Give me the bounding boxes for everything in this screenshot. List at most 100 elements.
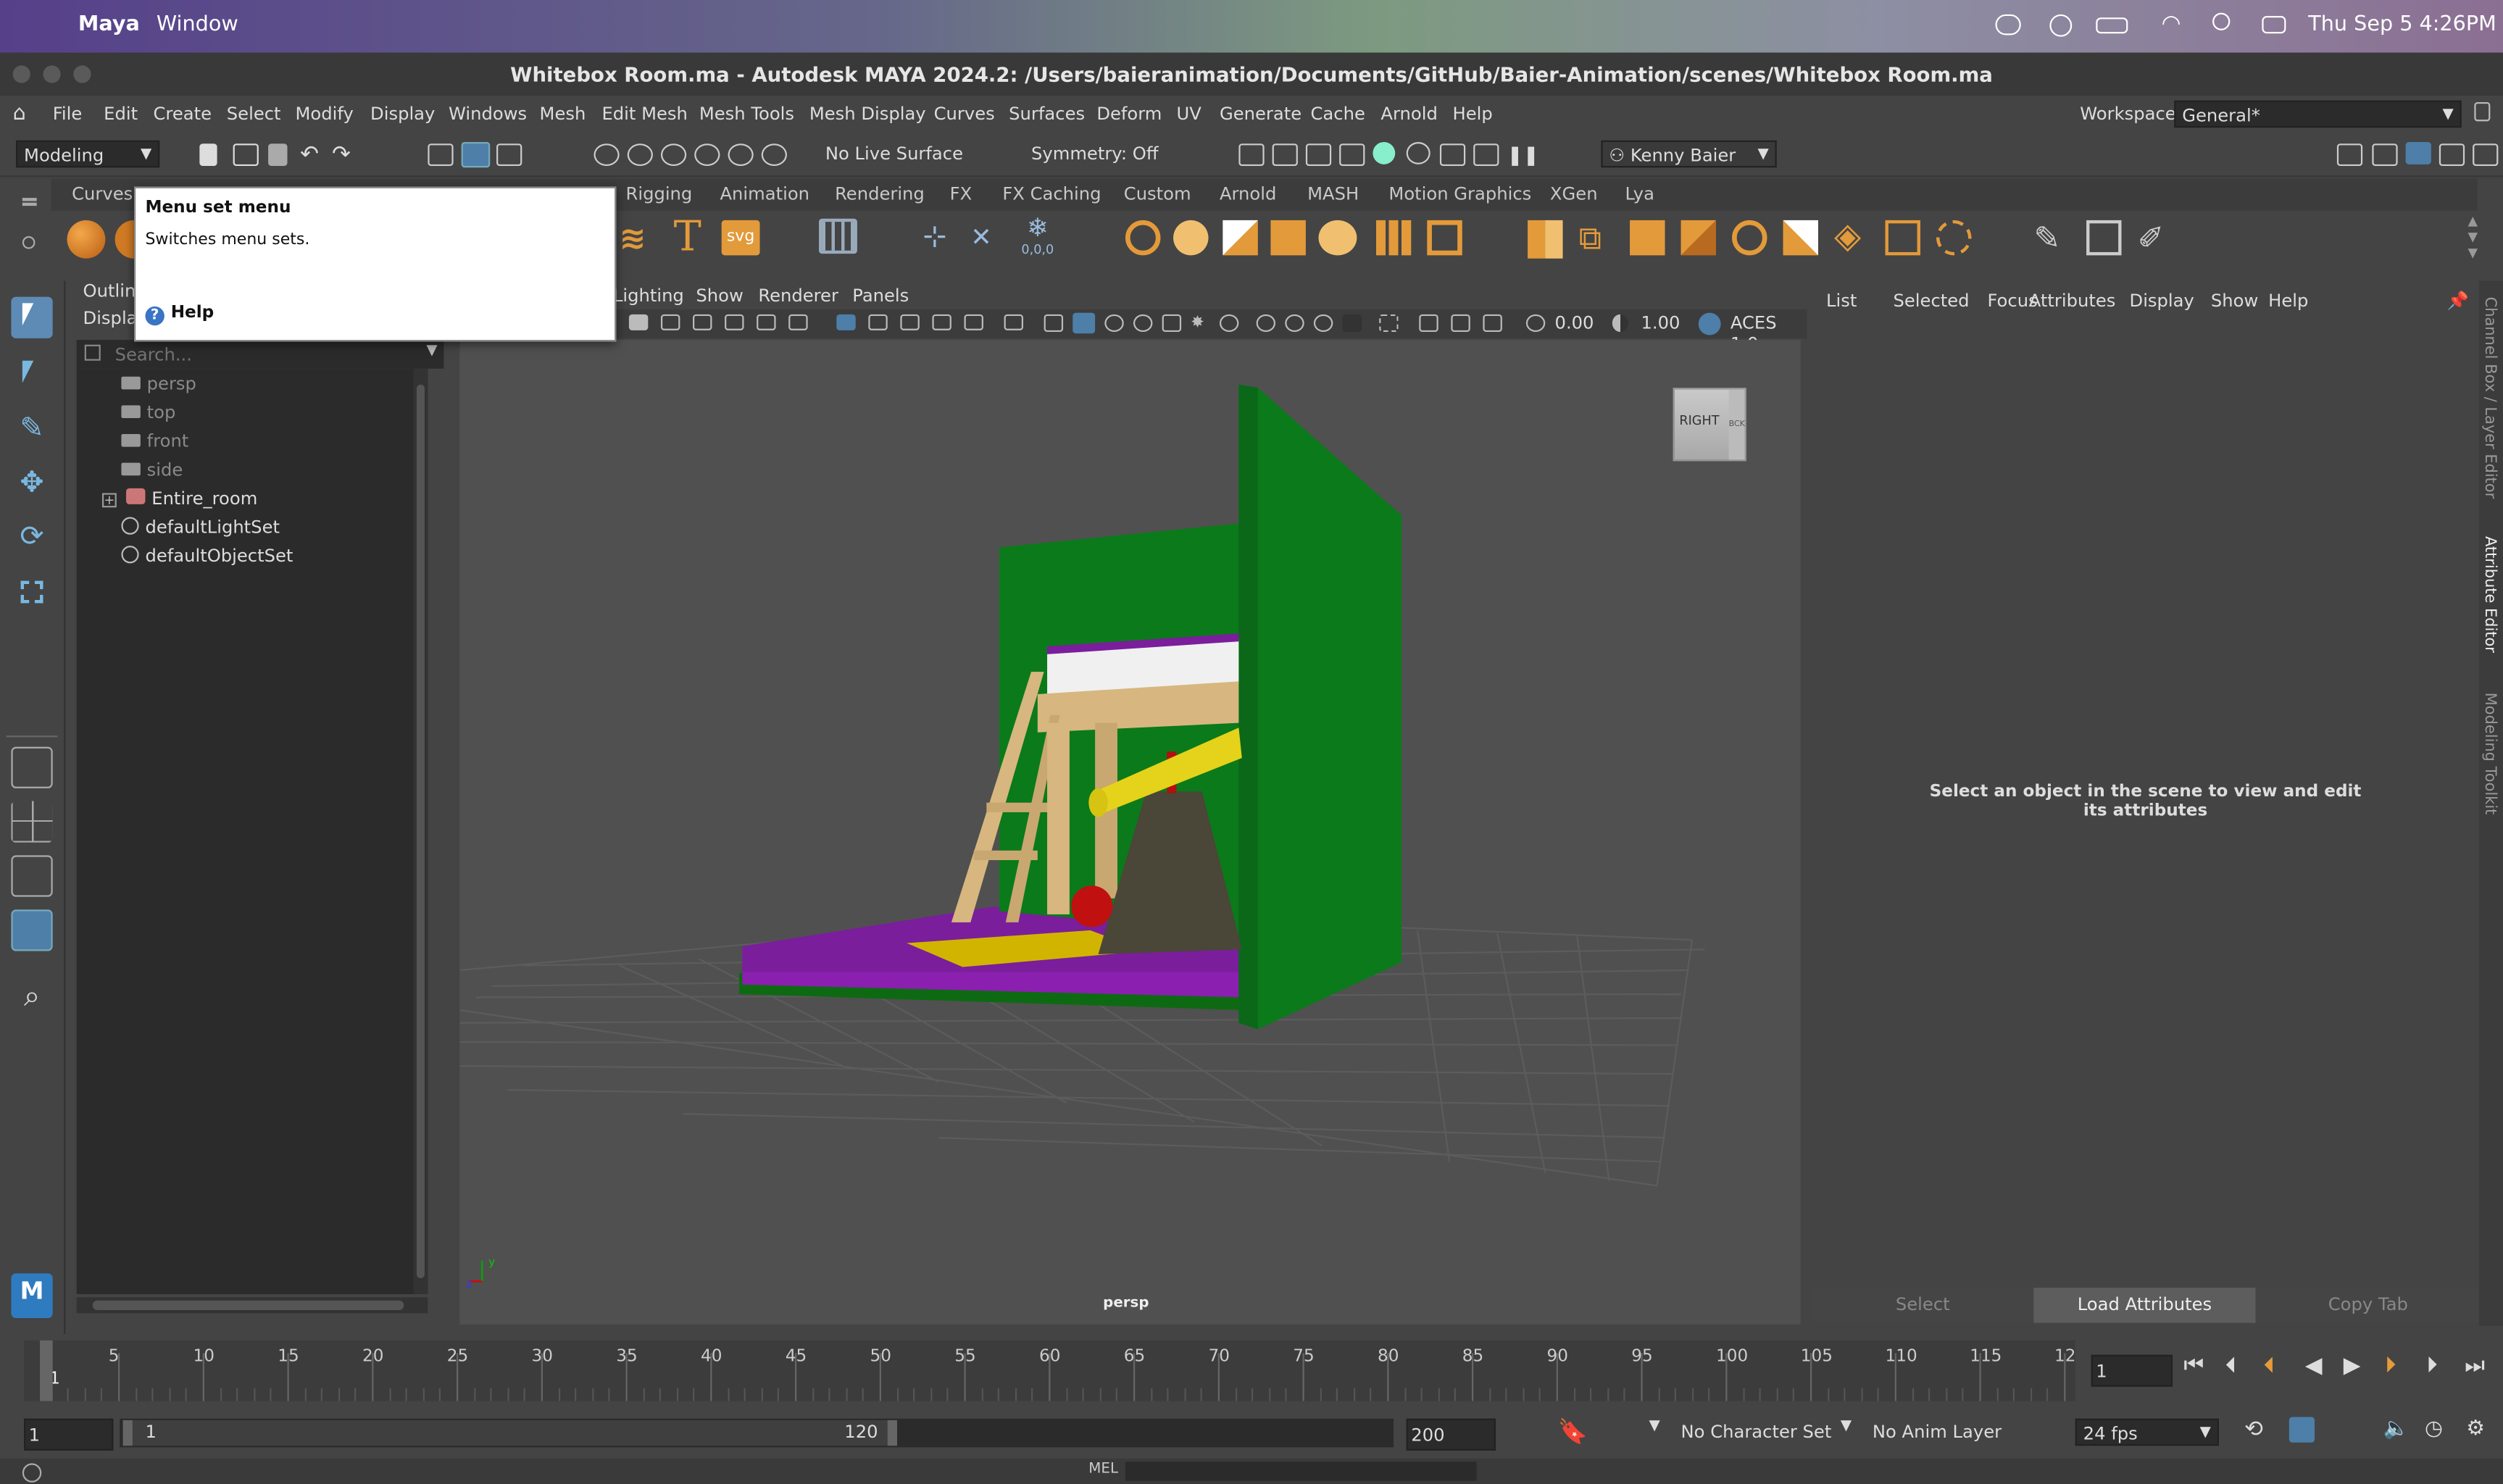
play-backwards-icon[interactable]: ◀ (2305, 1353, 2323, 1378)
chevron-down-icon[interactable]: ▼ (1649, 1419, 1659, 1435)
exposure-icon-frame[interactable] (1483, 314, 1502, 333)
pencil-icon[interactable]: ✎ (2033, 220, 2068, 255)
current-time-marker[interactable] (40, 1340, 53, 1401)
gamma-field[interactable]: 1.00 (1641, 313, 1680, 334)
snap-to-curve-icon[interactable] (627, 143, 653, 167)
quad-draw-icon[interactable] (1885, 220, 1920, 256)
four-view-layout-icon[interactable] (11, 801, 53, 843)
minimize-window-button[interactable] (43, 65, 61, 83)
tab-animation[interactable]: Animation (720, 183, 809, 204)
render-settings-icon[interactable] (1339, 143, 1365, 167)
snap-to-grid-icon[interactable] (594, 143, 620, 167)
control-center-icon[interactable] (2262, 16, 2286, 34)
window-menu[interactable]: Window (157, 13, 238, 37)
bevel-icon[interactable] (1318, 220, 1357, 256)
color-management-icon[interactable] (1698, 312, 1721, 335)
camera-attributes-icon[interactable] (660, 314, 680, 330)
snap-to-point-icon[interactable] (660, 143, 687, 167)
persp-outliner-layout-icon[interactable] (11, 855, 53, 897)
grid-toggle-icon[interactable] (836, 314, 856, 330)
step-forward-key-icon[interactable]: ⏵ (2385, 1353, 2396, 1378)
ipr-render-icon[interactable] (1305, 143, 1332, 167)
tab-custom[interactable]: Custom (1124, 183, 1191, 204)
boolean-icon[interactable] (1681, 220, 1717, 256)
lights-icon[interactable] (1219, 314, 1239, 333)
tab-curves[interactable]: Curves (72, 183, 133, 204)
menu-arnold[interactable]: Arnold (1380, 104, 1437, 125)
lock-icon[interactable] (2474, 101, 2491, 122)
hypershade-icon[interactable] (1373, 141, 1396, 164)
open-scene-icon[interactable] (233, 143, 259, 167)
image-plane-icon[interactable] (725, 314, 744, 330)
app-menu[interactable]: Maya (78, 13, 140, 37)
attr-menu-show[interactable]: Show (2211, 291, 2258, 312)
range-bar[interactable] (122, 1420, 896, 1446)
isolate-select-icon[interactable] (1379, 314, 1399, 333)
target-weld-icon[interactable] (1936, 220, 1972, 256)
attribute-editor-toggle-icon[interactable] (2405, 141, 2431, 164)
curve-text-icon[interactable]: ≋ (620, 217, 661, 258)
select-by-component-icon[interactable] (496, 143, 522, 167)
select-camera-icon[interactable] (628, 314, 649, 330)
render-frame-icon[interactable] (1272, 143, 1298, 167)
shelf-settings-icon[interactable] (22, 235, 36, 249)
mirror-icon[interactable] (1783, 220, 1818, 256)
tab-rendering[interactable]: Rendering (835, 183, 925, 204)
grease-pencil-icon[interactable] (788, 314, 808, 330)
textures-icon[interactable]: ✸ (1191, 314, 1209, 332)
tab-fx[interactable]: FX (950, 183, 973, 204)
outliner-layout-icon[interactable] (11, 909, 53, 951)
outliner-item-side[interactable]: side (121, 457, 183, 485)
undo-icon[interactable]: ↶ (300, 142, 325, 167)
save-scene-icon[interactable] (268, 143, 288, 167)
current-frame-field[interactable] (2091, 1354, 2173, 1387)
range-start-handle[interactable] (122, 1420, 133, 1446)
fill-hole-icon[interactable] (1630, 220, 1665, 256)
shelf-scroll-icon[interactable]: ▲ ▼ ▼ (2468, 214, 2478, 262)
step-back-key-icon[interactable]: ⏴ (2264, 1353, 2275, 1378)
render-view-icon[interactable] (1238, 143, 1265, 167)
poly-sphere-icon[interactable] (67, 220, 106, 259)
character-controls-icon[interactable] (2372, 143, 2398, 167)
attr-select-button[interactable]: Select (1812, 1288, 2034, 1323)
bridge-icon[interactable] (1528, 220, 1563, 259)
channel-box-icon[interactable] (2473, 143, 2499, 167)
resolution-gate-icon[interactable] (900, 314, 920, 330)
bed-post[interactable] (1047, 722, 1070, 914)
ladder-rung[interactable] (973, 850, 1038, 860)
menu-edit-mesh[interactable]: Edit Mesh (601, 104, 687, 125)
outliner-item-persp[interactable]: persp (121, 370, 196, 399)
outliner-item-entire-room[interactable]: + Entire_room (101, 485, 257, 514)
tab-attribute-editor[interactable]: Attribute Editor (2481, 536, 2498, 653)
step-back-frame-icon[interactable]: ⏴ (2225, 1353, 2236, 1378)
anti-aliasing-icon[interactable] (1342, 314, 1362, 333)
menu-mesh[interactable]: Mesh (540, 104, 586, 125)
outliner-item-default-object-set[interactable]: defaultObjectSet (121, 543, 293, 572)
snap-to-view-plane-icon[interactable] (728, 143, 754, 167)
shelf-menu-icon[interactable] (22, 198, 37, 201)
render-sequence-icon[interactable] (1473, 143, 1499, 167)
fps-dropdown[interactable]: 24 fps ▼ (2075, 1418, 2219, 1446)
tab-modeling-toolkit[interactable]: Modeling Toolkit (2481, 693, 2498, 815)
exposure-field[interactable]: 0.00 (1555, 313, 1594, 334)
command-input[interactable] (1125, 1462, 1477, 1481)
menu-select[interactable]: Select (227, 104, 281, 125)
menu-help[interactable]: Help (1453, 104, 1493, 125)
nurbs-circle-icon[interactable] (1125, 220, 1161, 256)
motion-blur-icon[interactable] (1313, 314, 1333, 333)
menu-file[interactable]: File (53, 104, 83, 125)
symmetry-dropdown[interactable]: Symmetry: Off (1031, 143, 1159, 164)
multi-cut-icon[interactable]: ◈ (1834, 220, 1869, 255)
cache-playback-icon[interactable] (2288, 1417, 2315, 1443)
range-end-handle[interactable] (887, 1420, 897, 1446)
single-perspective-layout-icon[interactable] (11, 746, 53, 788)
new-scene-icon[interactable] (199, 143, 217, 167)
menu-modify[interactable]: Modify (296, 104, 354, 125)
viewcube-face-label[interactable]: RIGHT (1679, 413, 1719, 428)
shadows-icon[interactable] (1256, 314, 1276, 333)
tool-settings-icon[interactable] (2439, 143, 2465, 167)
tab-mash[interactable]: MASH (1307, 183, 1359, 204)
step-forward-frame-icon[interactable]: ⏵ (2426, 1353, 2437, 1378)
exposure-icon[interactable] (1525, 314, 1546, 333)
pause-icon[interactable]: ❚❚ (1507, 143, 1538, 166)
